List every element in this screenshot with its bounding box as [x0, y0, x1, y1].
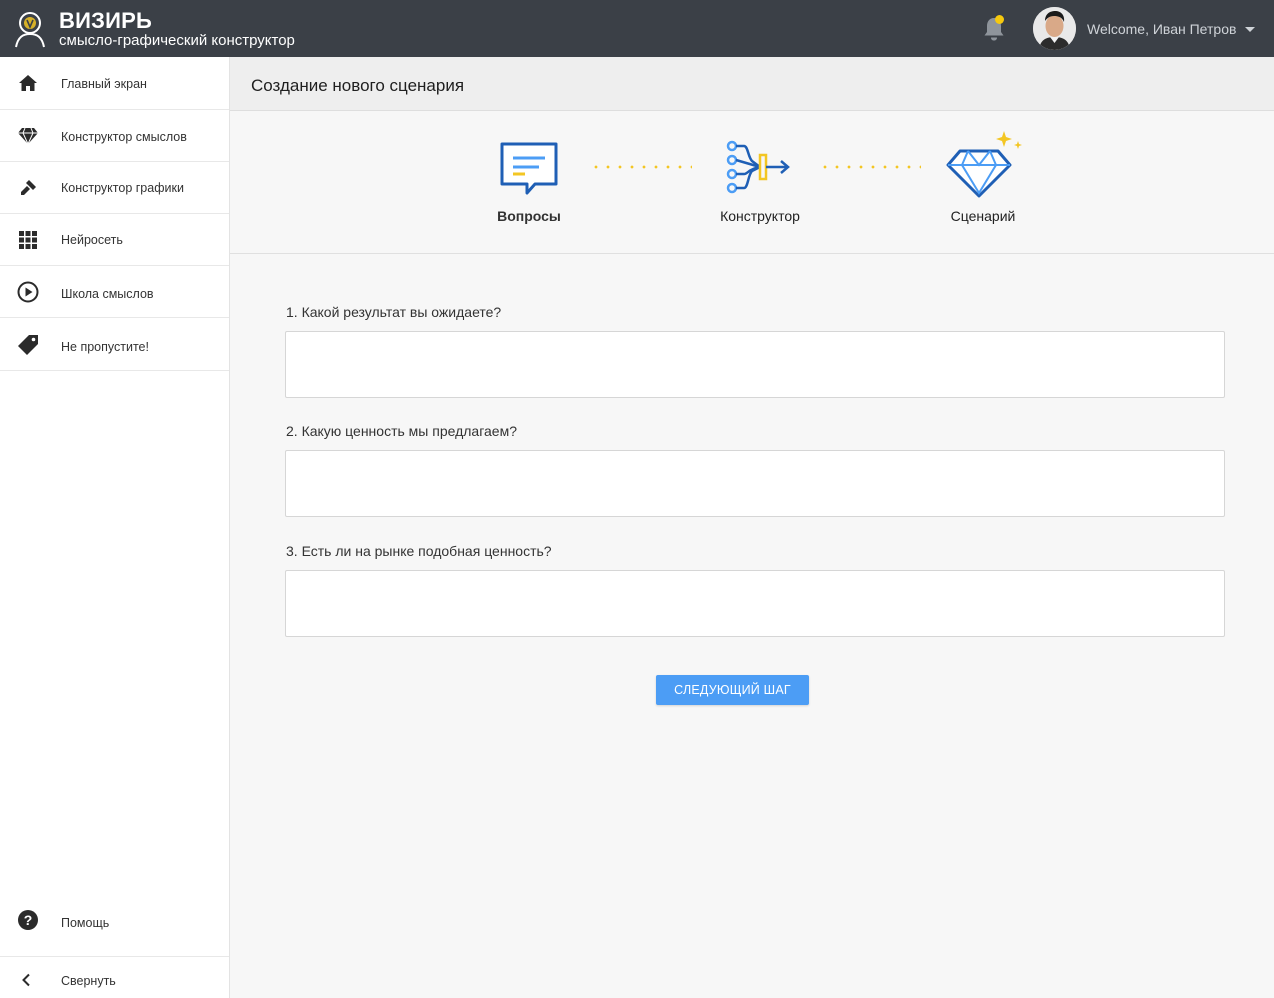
step-connector	[590, 165, 692, 169]
sidebar-item-label: Конструктор графики	[61, 181, 184, 195]
sidebar-item-label: Не пропустите!	[61, 340, 149, 354]
question-label: 1. Какой результат вы ожидаете?	[286, 304, 502, 320]
sidebar-item-school[interactable]: Школа смыслов	[0, 266, 229, 318]
sidebar-item-dont-miss[interactable]: Не пропустите!	[0, 318, 229, 371]
brand-subtitle: смысло-графический конструктор	[59, 32, 295, 49]
question-label: 2. Какую ценность мы предлагаем?	[286, 423, 517, 439]
sidebar-item-label: Школа смыслов	[61, 287, 154, 301]
brand-name: ВИЗИРЬ	[59, 8, 152, 33]
wizard-steps: Вопросы Конструктор Сценарий	[230, 111, 1274, 254]
sidebar-item-graphics-constructor[interactable]: Конструктор графики	[0, 162, 229, 214]
logo-icon[interactable]	[12, 9, 48, 49]
step-label: Конструктор	[720, 208, 800, 224]
play-circle-icon	[17, 281, 39, 303]
sidebar-item-home[interactable]: Главный экран	[0, 57, 229, 110]
page-title: Создание нового сценария	[251, 76, 465, 95]
help-label: Помощь	[61, 916, 110, 930]
sidebar-item-label: Главный экран	[61, 77, 147, 91]
home-icon	[17, 72, 39, 94]
answer-field-2[interactable]	[285, 450, 1225, 517]
svg-text:?: ?	[24, 912, 33, 928]
welcome-text[interactable]: Welcome, Иван Петров	[1087, 20, 1236, 38]
notification-dot	[995, 15, 1004, 24]
step-label: Сценарий	[950, 208, 1016, 224]
step-scenario[interactable]: Сценарий	[938, 129, 1028, 226]
grid-icon	[17, 229, 39, 251]
answer-field-3[interactable]	[285, 570, 1225, 637]
user-avatar[interactable]	[1033, 7, 1076, 50]
diamond-icon	[17, 125, 39, 147]
step-label: Вопросы	[497, 208, 561, 224]
sidebar-item-meaning-constructor[interactable]: Конструктор смыслов	[0, 110, 229, 162]
help-button[interactable]: ? Помощь	[0, 894, 229, 957]
brush-icon	[17, 177, 39, 199]
page-header: Создание нового сценария	[230, 57, 1274, 111]
collapse-label: Свернуть	[61, 974, 116, 988]
answer-field-1[interactable]	[285, 331, 1225, 398]
tag-icon	[17, 334, 39, 356]
sidebar-item-label: Конструктор смыслов	[61, 130, 187, 144]
constructor-icon	[726, 140, 790, 194]
help-icon: ?	[17, 909, 39, 936]
next-step-button[interactable]: Следующий шаг	[656, 675, 809, 705]
chat-bubble-icon	[500, 142, 558, 195]
step-connector	[819, 165, 921, 169]
sidebar: Главный экран Конструктор смыслов Констр…	[0, 57, 230, 998]
step-constructor[interactable]: Конструктор	[710, 137, 810, 226]
chevron-left-icon	[21, 973, 31, 992]
diamond-sparkle-icon	[946, 131, 1022, 198]
sidebar-item-neural-network[interactable]: Нейросеть	[0, 214, 229, 266]
chevron-down-icon[interactable]	[1245, 27, 1255, 32]
top-bar: ВИЗИРЬ смысло-графический конструктор We…	[0, 0, 1274, 57]
question-label: 3. Есть ли на рынке подобная ценность?	[286, 543, 552, 559]
sidebar-item-label: Нейросеть	[61, 233, 123, 247]
collapse-button[interactable]: Свернуть	[0, 958, 229, 998]
step-questions[interactable]: Вопросы	[485, 141, 573, 226]
